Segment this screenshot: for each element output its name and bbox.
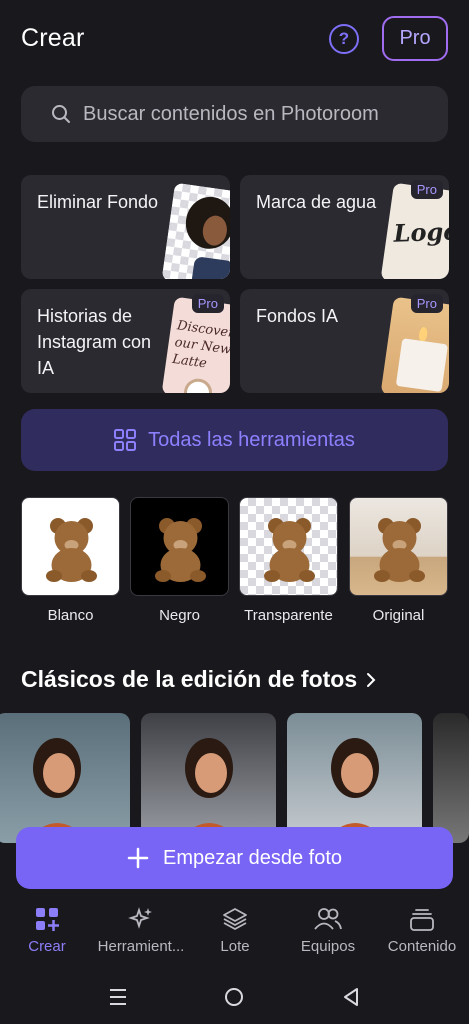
teddy-bear-image	[46, 518, 97, 582]
create-icon	[36, 908, 59, 931]
all-tools-label: Todas las herramientas	[148, 428, 355, 451]
nav-item-herramientas[interactable]: Herramient...	[94, 906, 188, 955]
all-tools-button[interactable]: Todas las herramientas	[21, 409, 448, 471]
teddy-bear-image	[155, 518, 206, 582]
chevron-right-icon	[367, 672, 376, 687]
remove-background-thumbnail	[161, 182, 230, 279]
tool-card-marca-de-agua[interactable]: Marca de agua Pro Logo	[240, 175, 449, 279]
thumb-story-text: Discover our New Latte	[171, 318, 230, 372]
classic-photo-1[interactable]	[0, 713, 130, 843]
nav-label: Crear	[28, 938, 66, 955]
tool-label: Marca de agua	[256, 192, 377, 212]
bg-option-blanco[interactable]	[21, 497, 120, 596]
header: Crear ? Pro	[0, 0, 469, 80]
start-from-photo-button[interactable]: Empezar desde foto	[16, 827, 453, 889]
classics-section-header[interactable]: Clásicos de la edición de fotos	[21, 666, 377, 693]
nav-item-contenido[interactable]: Contenido	[375, 906, 469, 955]
question-circle-icon[interactable]: ?	[329, 24, 359, 54]
bg-label-blanco: Blanco	[47, 607, 94, 624]
search-input[interactable]: Buscar contenidos en Photoroom	[83, 103, 379, 126]
nav-item-crear[interactable]: Crear	[0, 906, 94, 955]
teddy-bear-image	[264, 518, 315, 582]
menu-icon[interactable]	[108, 988, 128, 1006]
bottom-nav: Crear Herramient... Lote Equipos Conteni…	[0, 896, 469, 970]
classic-photo-4[interactable]	[433, 713, 469, 843]
pro-badge: Pro	[410, 180, 443, 199]
people-icon	[314, 908, 342, 930]
bg-label-original: Original	[372, 607, 425, 624]
tool-card-eliminar-fondo[interactable]: Eliminar Fondo	[21, 175, 230, 279]
sparkle-icon	[128, 907, 152, 929]
nav-label: Herramient...	[97, 938, 185, 955]
page-title: Crear	[21, 24, 85, 52]
tool-label: Eliminar Fondo	[37, 192, 159, 212]
bg-option-transparente[interactable]	[239, 497, 338, 596]
back-icon[interactable]	[342, 987, 360, 1007]
plus-icon	[127, 847, 149, 869]
nav-item-lote[interactable]: Lote	[188, 906, 282, 955]
tool-label: Historias de Instagram con IA	[37, 306, 152, 378]
bg-label-transparente: Transparente	[244, 607, 333, 624]
nav-label: Equipos	[300, 938, 356, 955]
tool-label: Fondos IA	[256, 306, 339, 326]
tool-card-historias-instagram[interactable]: Historias de Instagram con IA Pro Discov…	[21, 289, 230, 393]
classic-photo-2[interactable]	[141, 713, 276, 843]
cta-label: Empezar desde foto	[163, 846, 342, 869]
nav-label: Lote	[220, 938, 250, 955]
nav-item-equipos[interactable]: Equipos	[281, 906, 375, 955]
system-nav-bar	[0, 970, 469, 1024]
nav-label: Contenido	[387, 938, 457, 955]
pro-badge: Pro	[410, 294, 443, 313]
search-bar[interactable]: Buscar contenidos en Photoroom	[21, 86, 448, 142]
bg-option-original[interactable]	[349, 497, 448, 596]
tool-card-fondos-ia[interactable]: Fondos IA Pro	[240, 289, 449, 393]
bg-option-negro[interactable]	[130, 497, 229, 596]
pro-button[interactable]: Pro	[382, 16, 448, 61]
home-icon[interactable]	[224, 987, 244, 1007]
bg-label-negro: Negro	[159, 607, 200, 624]
thumb-logo-text: Logo	[393, 216, 449, 248]
layers-icon	[223, 908, 247, 930]
grid-icon	[114, 429, 137, 451]
stack-icon	[410, 909, 434, 931]
pro-badge: Pro	[191, 294, 224, 313]
search-icon	[52, 105, 70, 123]
teddy-bear-image	[374, 518, 425, 582]
classic-photo-3[interactable]	[287, 713, 422, 843]
section-title: Clásicos de la edición de fotos	[21, 666, 358, 692]
